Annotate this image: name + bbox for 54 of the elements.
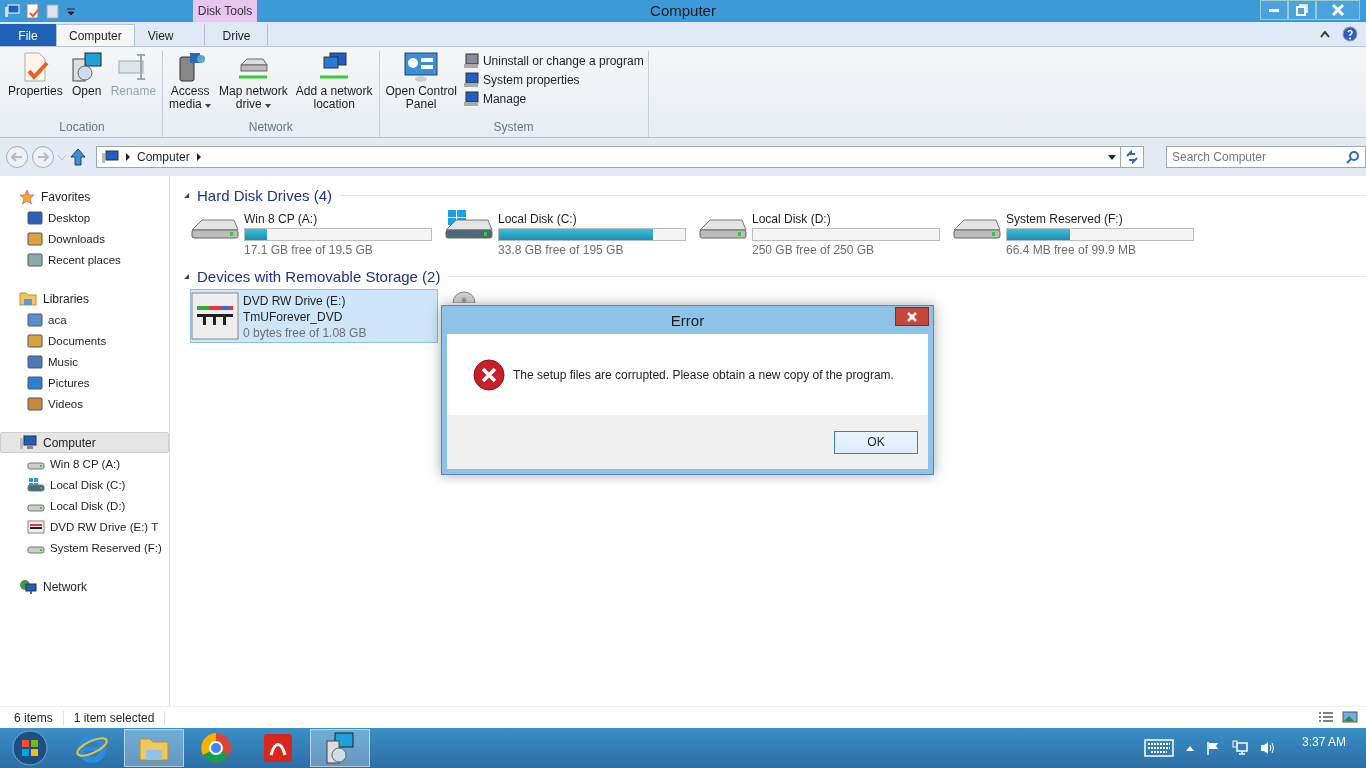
ribbon-button[interactable]: Add a network location — [293, 51, 375, 111]
ribbon-button[interactable]: Properties — [6, 51, 65, 98]
section-header[interactable]: Hard Disk Drives (4) — [197, 186, 332, 204]
drive-name[interactable]: System Reserved (F:) — [1006, 212, 1194, 226]
context-tab-label: Disk Tools — [193, 0, 257, 22]
free-space-text: 66.4 MB free of 99.9 MB — [1006, 243, 1138, 257]
free-space-text: 250 GB free of 250 GB — [752, 243, 876, 257]
ribbon-button[interactable]: System properties — [462, 72, 644, 88]
ribbon-button[interactable]: Open — [68, 51, 105, 98]
nav-item[interactable]: Desktop — [0, 207, 169, 228]
nav-item[interactable]: Network — [0, 576, 169, 597]
group-label: Network — [247, 120, 294, 136]
search-field[interactable]: Search Computer — [1166, 146, 1366, 168]
ribbon-button[interactable]: Manage — [462, 91, 644, 107]
item-count: 6 items — [14, 710, 53, 725]
ribbon-button[interactable]: Access media — [167, 51, 214, 111]
ribbon-tab[interactable]: File — [0, 24, 56, 46]
nav-item[interactable]: Computer — [0, 432, 169, 453]
nav-item[interactable]: Win 8 CP (A:) — [0, 453, 169, 474]
free-space-text: 17.1 GB free of 19.5 GB — [244, 243, 374, 257]
clock-time[interactable]: 3:37 AM — [1301, 735, 1346, 749]
address-bar[interactable]: Computer — [96, 146, 1121, 168]
nav-item[interactable]: System Reserved (F:) — [0, 537, 169, 558]
nav-item[interactable]: Favorites — [0, 186, 169, 207]
ribbon-tab[interactable]: Computer — [56, 24, 135, 46]
ribbon-button[interactable]: Map network drive — [217, 51, 290, 111]
nav-item[interactable]: Music — [0, 351, 169, 372]
window-title: Computer — [650, 2, 716, 19]
nav-item[interactable]: Libraries — [0, 288, 169, 309]
selection-count: 1 item selected — [73, 710, 155, 725]
ribbon-tab[interactable]: View — [134, 24, 187, 46]
nav-item[interactable]: Local Disk (C:) — [0, 474, 169, 495]
section-header[interactable]: Devices with Removable Storage (2) — [197, 267, 441, 285]
breadcrumb-item[interactable]: Computer — [137, 150, 190, 164]
ribbon-button[interactable]: Uninstall or change a program — [462, 53, 644, 69]
ribbon-button[interactable]: Open Control Panel — [383, 51, 459, 111]
drive-tile[interactable]: DVD RW Drive (E:) TmUForever_DVD 0 bytes free of 1.08 GB — [190, 289, 438, 343]
nav-item[interactable]: DVD RW Drive (E:) T — [0, 516, 169, 537]
nav-item[interactable]: Recent places — [0, 249, 169, 270]
dialog-title: Error — [670, 311, 705, 329]
group-label: Location — [58, 120, 106, 136]
ok-button[interactable]: OK — [834, 430, 918, 454]
drive-name[interactable]: Local Disk (D:) — [752, 212, 940, 226]
group-label: System — [492, 120, 535, 136]
drive-name[interactable]: Win 8 CP (A:) — [244, 212, 432, 226]
nav-item[interactable]: aca — [0, 309, 169, 330]
nav-item[interactable]: Pictures — [0, 372, 169, 393]
nav-item[interactable]: Documents — [0, 330, 169, 351]
nav-item[interactable]: Local Disk (D:) — [0, 495, 169, 516]
error-message: The setup files are corrupted. Please obtain a new copy of the program. — [513, 367, 894, 382]
free-space-text: 33.8 GB free of 195 GB — [498, 243, 625, 257]
drive-name[interactable]: Local Disk (C:) — [498, 212, 686, 226]
nav-item[interactable]: Downloads — [0, 228, 169, 249]
nav-item[interactable]: Videos — [0, 393, 169, 414]
